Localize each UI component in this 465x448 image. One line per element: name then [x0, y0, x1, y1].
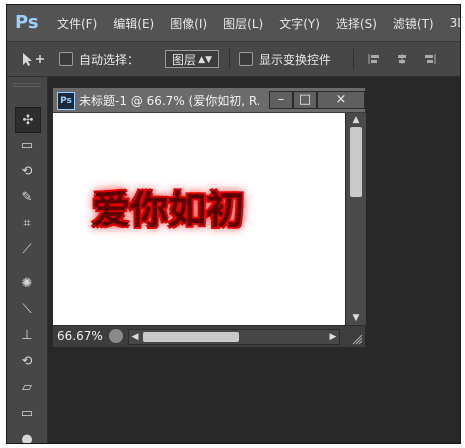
menu-file[interactable]: 文件(F) — [57, 15, 97, 32]
horizontal-scrollbar[interactable]: ◀ ▶ — [128, 329, 340, 345]
align-right-icon[interactable] — [423, 52, 437, 66]
toolbar-divider — [229, 49, 230, 69]
history-brush-tool[interactable]: ⟲ — [15, 349, 39, 373]
canvas[interactable]: 爱你如初 — [53, 113, 345, 325]
menu-filter[interactable]: 滤镜(T) — [393, 15, 434, 32]
spot-heal-tool[interactable]: ✺ — [15, 271, 39, 295]
move-tool[interactable]: ✣ — [15, 107, 41, 133]
scroll-down-arrow-icon[interactable]: ▼ — [351, 313, 361, 323]
chevron-up-down-icon: ▲▼ — [198, 55, 212, 65]
menu-layer[interactable]: 图层(L) — [223, 15, 263, 32]
document-window[interactable]: Ps 未标题-1 @ 66.7% (爱你如初, R... – □ × 爱你如初 … — [52, 87, 366, 347]
vertical-scrollbar[interactable]: ▲ ▼ — [345, 113, 366, 325]
show-transform-checkbox[interactable] — [239, 52, 253, 66]
auto-select-target-select[interactable]: 图层 ▲▼ — [165, 50, 219, 68]
lasso-tool[interactable]: ⟲ — [15, 159, 39, 183]
status-bar: 66.67% ◀ ▶ — [53, 325, 365, 347]
menu-select[interactable]: 选择(S) — [336, 15, 377, 32]
resize-grip-icon[interactable] — [349, 331, 363, 345]
blur-tool[interactable]: ● — [15, 427, 39, 444]
menu-items: 文件(F) 编辑(E) 图像(I) 图层(L) 文字(Y) 选择(S) 滤镜(T… — [57, 5, 460, 41]
move-tool-options-icon[interactable] — [17, 50, 45, 68]
stamp-tool[interactable]: ⊥ — [15, 323, 39, 347]
stamp-icon: ⊥ — [21, 327, 33, 343]
marquee-icon: ▭ — [20, 137, 34, 153]
crop-icon: ⌗ — [23, 215, 31, 231]
minimize-icon: – — [277, 92, 285, 107]
menu-edit[interactable]: 编辑(E) — [113, 15, 154, 32]
move-icon: ✣ — [22, 112, 34, 128]
show-transform-label: 显示变换控件 — [259, 53, 332, 67]
minimize-button[interactable]: – — [269, 91, 293, 109]
eyedropper-icon: ⟋ — [22, 241, 32, 257]
brush-tool[interactable]: ⟍ — [15, 297, 39, 321]
scroll-right-arrow-icon[interactable]: ▶ — [327, 330, 339, 344]
gradient-tool[interactable]: ▭ — [15, 401, 39, 425]
close-button[interactable]: × — [317, 91, 365, 109]
horizontal-scroll-thumb[interactable] — [143, 332, 239, 342]
eyedropper-tool[interactable]: ⟋ — [15, 237, 39, 261]
toolbar-divider — [353, 49, 354, 69]
options-bar: 自动选择： 图层 ▲▼ 显示变换控件 — [7, 42, 460, 77]
history-brush-icon: ⟲ — [21, 353, 33, 369]
document-titlebar[interactable]: Ps 未标题-1 @ 66.7% (爱你如初, R... – □ × — [53, 88, 365, 113]
eraser-icon: ▱ — [22, 379, 32, 395]
align-left-icon[interactable] — [367, 52, 381, 66]
menu-image[interactable]: 图像(I) — [170, 15, 207, 32]
gradient-icon: ▭ — [20, 405, 34, 421]
photoshop-window: Ps 文件(F) 编辑(E) 图像(I) 图层(L) 文字(Y) 选择(S) 滤… — [6, 4, 461, 444]
auto-select-checkbox[interactable] — [59, 52, 73, 66]
menu-3d[interactable]: 3D — [450, 16, 460, 30]
lasso-icon: ⟲ — [21, 163, 33, 179]
status-info-icon[interactable] — [109, 329, 123, 343]
maximize-button[interactable]: □ — [293, 91, 317, 109]
eraser-tool[interactable]: ▱ — [15, 375, 39, 399]
close-icon: × — [335, 92, 347, 107]
scroll-up-arrow-icon[interactable]: ▲ — [351, 115, 361, 125]
vertical-scroll-thumb[interactable] — [350, 127, 362, 197]
workspace: Ps 未标题-1 @ 66.7% (爱你如初, R... – □ × 爱你如初 … — [48, 77, 460, 443]
crop-tool[interactable]: ⌗ — [15, 211, 39, 235]
quick-select-tool[interactable]: ✎ — [15, 185, 39, 209]
menu-type[interactable]: 文字(Y) — [279, 15, 320, 32]
blur-icon: ● — [21, 431, 33, 444]
spot-heal-icon: ✺ — [21, 275, 33, 291]
marquee-tool[interactable]: ▭ — [15, 133, 39, 157]
auto-select-label: 自动选择： — [79, 53, 140, 67]
move-tool-icon — [23, 53, 44, 66]
tools-panel-grip[interactable] — [13, 83, 41, 89]
tools-panel: ✣ ▭ ⟲ ✎ ⌗ ⟋ ✺ ⟍ ⊥ ⟲ ▱ ▭ ● — [7, 77, 48, 443]
quick-select-icon: ✎ — [21, 189, 33, 205]
document-title: 未标题-1 @ 66.7% (爱你如初, R... — [79, 94, 259, 108]
photoshop-logo: Ps — [15, 12, 39, 33]
menu-bar: Ps 文件(F) 编辑(E) 图像(I) 图层(L) 文字(Y) 选择(S) 滤… — [7, 5, 460, 42]
canvas-text-layer[interactable]: 爱你如初 — [92, 179, 244, 234]
maximize-icon: □ — [298, 92, 312, 107]
zoom-level[interactable]: 66.67% — [57, 329, 103, 343]
align-buttons — [367, 52, 437, 66]
scroll-left-arrow-icon[interactable]: ◀ — [129, 330, 141, 344]
align-center-icon[interactable] — [395, 52, 409, 66]
auto-select-target-value: 图层 — [172, 53, 197, 67]
ps-document-icon: Ps — [57, 92, 75, 110]
brush-icon: ⟍ — [22, 301, 32, 317]
